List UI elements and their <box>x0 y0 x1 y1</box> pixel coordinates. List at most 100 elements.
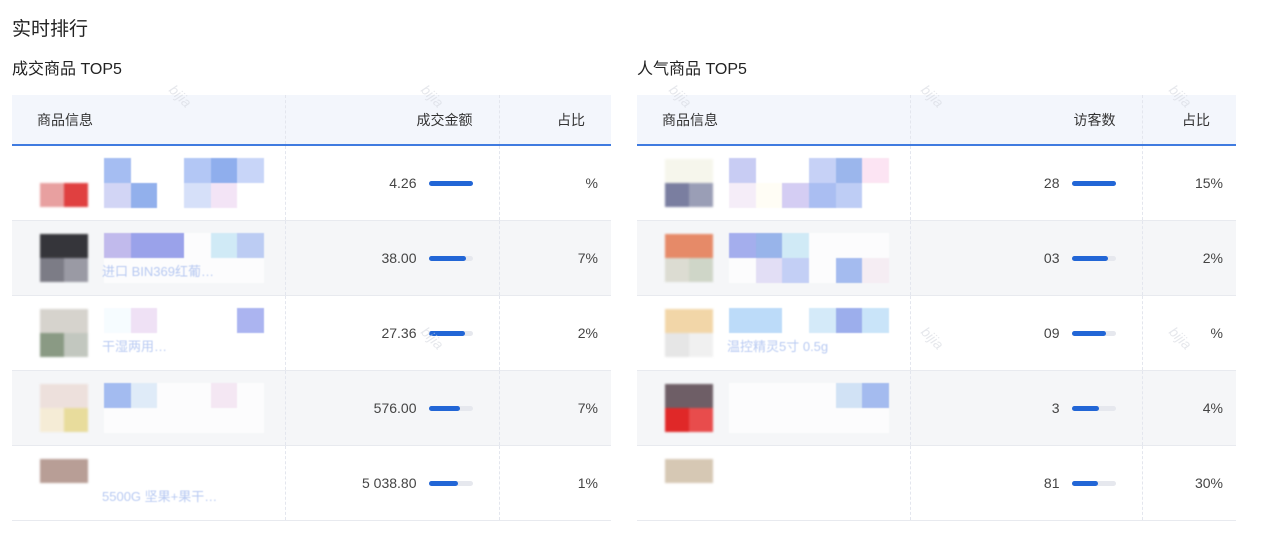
share-cell: 30% <box>1142 445 1236 521</box>
table-row[interactable]: 进口 BIN369红葡… 38.00 7% <box>12 220 611 296</box>
product-name-link[interactable]: 5500G 坚果+果干… <box>102 486 217 505</box>
product-info <box>637 221 910 295</box>
progress-bar-fill <box>1071 330 1106 336</box>
table-row[interactable]: 温控精灵5寸 0.5g 09% <box>637 295 1236 371</box>
share-cell: 4% <box>1142 370 1236 446</box>
product-info: 进口 BIN369红葡… <box>12 221 285 295</box>
progress-bar <box>1071 405 1116 411</box>
table-row[interactable]: 28 15% <box>637 145 1236 221</box>
product-info-cell: 干湿两用… <box>12 295 286 371</box>
progress-bar-fill <box>428 180 473 186</box>
product-thumbnail[interactable] <box>40 459 88 507</box>
progress-bar <box>428 330 473 336</box>
progress-bar-fill <box>428 255 467 261</box>
value-cell: 27.36 <box>285 295 500 371</box>
product-title-mosaic <box>729 233 889 283</box>
top-popular-rows: 28 15% 03 2% 温控精灵5寸 0.5g 09% 3 4% 81 30% <box>637 145 1236 521</box>
product-thumbnail[interactable] <box>665 234 713 282</box>
table-header-row: 商品信息 成交金额 占比 <box>12 95 611 146</box>
top-popular-title: 人气商品 TOP5 <box>637 61 747 78</box>
top-sales-title: 成交商品 TOP5 <box>12 61 122 78</box>
progress-bar <box>1071 255 1116 261</box>
product-info-cell <box>637 370 911 446</box>
progress-bar-fill <box>428 330 465 336</box>
progress-bar <box>428 180 473 186</box>
product-thumbnail[interactable] <box>40 384 88 432</box>
product-info-cell <box>12 145 286 221</box>
progress-bar-fill <box>1071 255 1108 261</box>
table-row[interactable]: 5500G 坚果+果干… 5 038.80 1% <box>12 445 611 521</box>
product-info <box>637 446 910 520</box>
product-title-mosaic <box>104 158 264 208</box>
value-text: 3 <box>1051 400 1060 416</box>
share-cell: 1% <box>499 445 611 521</box>
value-text: 03 <box>1043 250 1060 266</box>
value-cell: 5 038.80 <box>285 445 500 521</box>
product-thumbnail[interactable] <box>665 384 713 432</box>
product-thumbnail[interactable] <box>665 159 713 207</box>
progress-bar <box>1071 480 1116 486</box>
table-row[interactable]: 81 30% <box>637 445 1236 521</box>
table-row[interactable]: 576.00 7% <box>12 370 611 446</box>
value-text: 81 <box>1043 475 1060 491</box>
product-info <box>12 146 285 220</box>
product-thumbnail[interactable] <box>40 309 88 357</box>
value-cell: 28 <box>910 145 1143 221</box>
top-popular-table: 商品信息 访客数 占比 28 15% 03 2% 温控精灵5寸 0.5g 09% 3 4% 81… <box>637 95 1236 521</box>
top-sales-panel: 成交商品 TOP5 商品信息 成交金额 占比 4.26% 进口 BIN369红葡…… <box>12 56 611 521</box>
value-cell: 3 <box>910 370 1143 446</box>
column-header-share: 占比 <box>499 95 611 146</box>
value-text: 4.26 <box>389 175 417 191</box>
table-row[interactable]: 干湿两用… 27.36 2% <box>12 295 611 371</box>
progress-bar <box>428 480 473 486</box>
product-info-cell <box>12 370 286 446</box>
value-text: 28 <box>1043 175 1060 191</box>
progress-bar-fill <box>428 480 458 486</box>
value-text: 576.00 <box>373 400 417 416</box>
progress-bar-fill <box>428 405 461 411</box>
product-title-mosaic <box>729 383 889 433</box>
value-text: 27.36 <box>381 325 417 341</box>
product-info: 温控精灵5寸 0.5g <box>637 296 910 370</box>
product-thumbnail[interactable] <box>40 234 88 282</box>
share-cell: 7% <box>499 220 611 296</box>
top-popular-panel: 人气商品 TOP5 商品信息 访客数 占比 28 15% 03 2% 温控精灵5寸 0.… <box>637 56 1236 521</box>
product-info-cell: 进口 BIN369红葡… <box>12 220 286 296</box>
product-info <box>637 371 910 445</box>
value-cell: 03 <box>910 220 1143 296</box>
product-info <box>12 371 285 445</box>
product-title-mosaic <box>104 383 264 433</box>
table-row[interactable]: 3 4% <box>637 370 1236 446</box>
progress-bar-fill <box>1071 480 1098 486</box>
progress-bar <box>428 255 473 261</box>
table-header-row: 商品信息 访客数 占比 <box>637 95 1236 146</box>
product-thumbnail[interactable] <box>40 159 88 207</box>
share-cell: 15% <box>1142 145 1236 221</box>
realtime-ranking-page: 实时排行 成交商品 TOP5 商品信息 成交金额 占比 4.26% 进口 BIN3… <box>0 0 1261 537</box>
progress-bar <box>1071 180 1116 186</box>
progress-bar <box>428 405 473 411</box>
progress-bar-fill <box>1071 405 1099 411</box>
value-cell: 09 <box>910 295 1143 371</box>
product-name-link[interactable]: 进口 BIN369红葡… <box>102 261 214 280</box>
share-cell: 2% <box>1142 220 1236 296</box>
progress-bar <box>1071 330 1116 336</box>
table-row[interactable]: 03 2% <box>637 220 1236 296</box>
value-text: 38.00 <box>381 250 417 266</box>
product-info: 5500G 坚果+果干… <box>12 446 285 520</box>
product-info-cell <box>637 445 911 521</box>
value-cell: 4.26 <box>285 145 500 221</box>
column-header-share: 占比 <box>1142 95 1236 146</box>
share-cell: % <box>499 145 611 221</box>
product-name-link[interactable]: 温控精灵5寸 0.5g <box>727 336 828 355</box>
product-info-cell: 温控精灵5寸 0.5g <box>637 295 911 371</box>
product-info-cell <box>637 145 911 221</box>
column-header-sales-amount: 成交金额 <box>285 95 500 146</box>
share-cell: 7% <box>499 370 611 446</box>
table-row[interactable]: 4.26% <box>12 145 611 221</box>
share-cell: % <box>1142 295 1236 371</box>
product-thumbnail[interactable] <box>665 459 713 507</box>
product-thumbnail[interactable] <box>665 309 713 357</box>
progress-bar-fill <box>1071 180 1116 186</box>
product-name-link[interactable]: 干湿两用… <box>102 336 167 355</box>
